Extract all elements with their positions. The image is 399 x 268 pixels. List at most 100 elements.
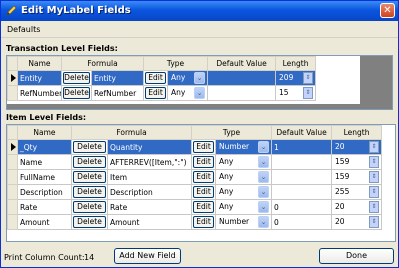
length-spinner[interactable]: 20 ⇕ <box>334 216 380 228</box>
type-select[interactable]: Any ⌄ <box>218 156 270 168</box>
chevron-down-icon[interactable]: ⌄ <box>258 201 270 213</box>
default-value-cell[interactable]: 0 <box>271 199 333 215</box>
type-select[interactable]: Any ⌄ <box>170 72 206 84</box>
length-spinner[interactable]: 159 ⇕ <box>334 171 380 183</box>
length-spinner[interactable]: 255 ⇕ <box>334 186 380 198</box>
row-header[interactable] <box>7 139 18 155</box>
add-new-field-button[interactable]: Add New Field <box>114 248 181 264</box>
type-cell: Any ⌄ <box>215 184 273 200</box>
type-select[interactable]: Any ⌄ <box>218 201 270 213</box>
name-cell[interactable]: Entity <box>17 70 62 86</box>
table-row[interactable]: _Qty Delete Quantity Edit Number ⌄ 1 20 ⇕ <box>7 139 383 155</box>
chevron-down-icon[interactable]: ⌄ <box>258 216 270 228</box>
chevron-down-icon[interactable]: ⌄ <box>258 171 270 183</box>
row-header[interactable] <box>7 184 18 200</box>
formula-cell[interactable]: Entity <box>90 70 145 86</box>
delete-button[interactable]: Delete <box>63 87 90 99</box>
default-value-cell[interactable] <box>207 85 277 101</box>
name-cell[interactable]: _Qty <box>17 139 72 155</box>
spinner-arrows-icon[interactable]: ⇕ <box>303 87 314 99</box>
table-row[interactable]: Name Delete AFTERREV([Item,":") Edit Any ⌄ 159… <box>7 154 383 170</box>
spinner-arrows-icon[interactable]: ⇕ <box>303 72 314 84</box>
length-spinner[interactable]: 15 ⇕ <box>278 87 314 99</box>
row-header[interactable] <box>7 199 18 215</box>
name-cell[interactable]: Name <box>17 154 72 170</box>
name-cell[interactable]: RefNumber <box>17 85 62 101</box>
delete-cell: Delete <box>71 139 108 155</box>
close-button[interactable]: ✕ <box>380 3 395 18</box>
table-row[interactable]: Description Delete Description Edit Any ⌄ 255 ⇕ <box>7 184 383 200</box>
delete-cell: Delete <box>71 199 108 215</box>
chevron-down-icon[interactable]: ⌄ <box>258 141 270 153</box>
chevron-down-icon[interactable]: ⌄ <box>194 72 206 84</box>
title-bar[interactable]: Edit MyLabel Fields ✕ <box>1 1 398 21</box>
length-spinner[interactable]: 209 ⇕ <box>278 72 314 84</box>
default-value-cell[interactable] <box>207 70 277 86</box>
default-value-cell[interactable] <box>271 184 333 200</box>
delete-button[interactable]: Delete <box>73 201 106 213</box>
name-cell[interactable]: Rate <box>17 199 72 215</box>
spinner-arrows-icon[interactable]: ⇕ <box>369 201 380 213</box>
delete-button[interactable]: Delete <box>73 186 106 198</box>
edit-button[interactable]: Edit <box>193 141 215 153</box>
row-header[interactable] <box>7 70 18 86</box>
table-row[interactable]: Amount Delete Amount Edit Number ⌄ 0 20 ⇕ <box>7 214 383 230</box>
formula-cell[interactable]: AFTERREV([Item,":") <box>106 154 193 170</box>
menu-defaults[interactable]: Defaults <box>7 25 40 34</box>
edit-cell: Edit <box>143 85 169 101</box>
formula-cell[interactable]: RefNumber <box>90 85 145 101</box>
spinner-arrows-icon[interactable]: ⇕ <box>369 171 380 183</box>
default-value-cell[interactable]: 1 <box>271 139 333 155</box>
type-select[interactable]: Any ⌄ <box>218 171 270 183</box>
row-header[interactable] <box>7 154 18 170</box>
delete-button[interactable]: Delete <box>63 72 90 84</box>
column-header: Length <box>331 125 383 140</box>
name-cell[interactable]: FullName <box>17 169 72 185</box>
formula-cell[interactable]: Quantity <box>106 139 193 155</box>
delete-button[interactable]: Delete <box>73 216 106 228</box>
spinner-arrows-icon[interactable]: ⇕ <box>369 141 380 153</box>
edit-button[interactable]: Edit <box>193 171 215 183</box>
length-spinner[interactable]: 20 ⇕ <box>334 141 380 153</box>
chevron-down-icon[interactable]: ⌄ <box>258 186 270 198</box>
default-value-cell[interactable] <box>271 154 333 170</box>
type-select[interactable]: Number ⌄ <box>218 216 270 228</box>
chevron-down-icon[interactable]: ⌄ <box>194 87 206 99</box>
spinner-arrows-icon[interactable]: ⇕ <box>369 156 380 168</box>
edit-button[interactable]: Edit <box>145 87 167 99</box>
row-header[interactable] <box>7 214 18 230</box>
formula-cell[interactable]: Rate <box>106 199 193 215</box>
delete-button[interactable]: Delete <box>73 171 106 183</box>
chevron-down-icon[interactable]: ⌄ <box>258 156 270 168</box>
formula-cell[interactable]: Description <box>106 184 193 200</box>
edit-button[interactable]: Edit <box>193 156 215 168</box>
formula-cell[interactable]: Amount <box>106 214 193 230</box>
column-header: Default Value <box>271 125 333 140</box>
length-cell: 20 ⇕ <box>331 139 383 155</box>
default-value-cell[interactable] <box>271 169 333 185</box>
type-select[interactable]: Any ⌄ <box>170 87 206 99</box>
type-select[interactable]: Any ⌄ <box>218 186 270 198</box>
name-cell[interactable]: Amount <box>17 214 72 230</box>
spinner-arrows-icon[interactable]: ⇕ <box>369 186 380 198</box>
table-row[interactable]: FullName Delete Item Edit Any ⌄ 159 ⇕ <box>7 169 383 185</box>
edit-button[interactable]: Edit <box>193 201 215 213</box>
table-row[interactable]: RefNumber Delete RefNumber Edit Any ⌄ 15 ⇕ <box>7 85 317 101</box>
type-select[interactable]: Number ⌄ <box>218 141 270 153</box>
length-spinner[interactable]: 159 ⇕ <box>334 156 380 168</box>
default-value-cell[interactable]: 0 <box>271 214 333 230</box>
table-row[interactable]: Entity Delete Entity Edit Any ⌄ 209 ⇕ <box>7 70 317 86</box>
length-spinner[interactable]: 20 ⇕ <box>334 201 380 213</box>
delete-button[interactable]: Delete <box>73 156 106 168</box>
spinner-arrows-icon[interactable]: ⇕ <box>369 216 380 228</box>
delete-button[interactable]: Delete <box>73 141 106 153</box>
table-row[interactable]: Rate Delete Rate Edit Any ⌄ 0 20 ⇕ <box>7 199 383 215</box>
name-cell[interactable]: Description <box>17 184 72 200</box>
edit-button[interactable]: Edit <box>145 72 167 84</box>
formula-cell[interactable]: Item <box>106 169 193 185</box>
row-header[interactable] <box>7 169 18 185</box>
done-button[interactable]: Done <box>319 248 394 264</box>
row-header[interactable] <box>7 85 18 101</box>
edit-button[interactable]: Edit <box>193 186 215 198</box>
edit-button[interactable]: Edit <box>193 216 215 228</box>
